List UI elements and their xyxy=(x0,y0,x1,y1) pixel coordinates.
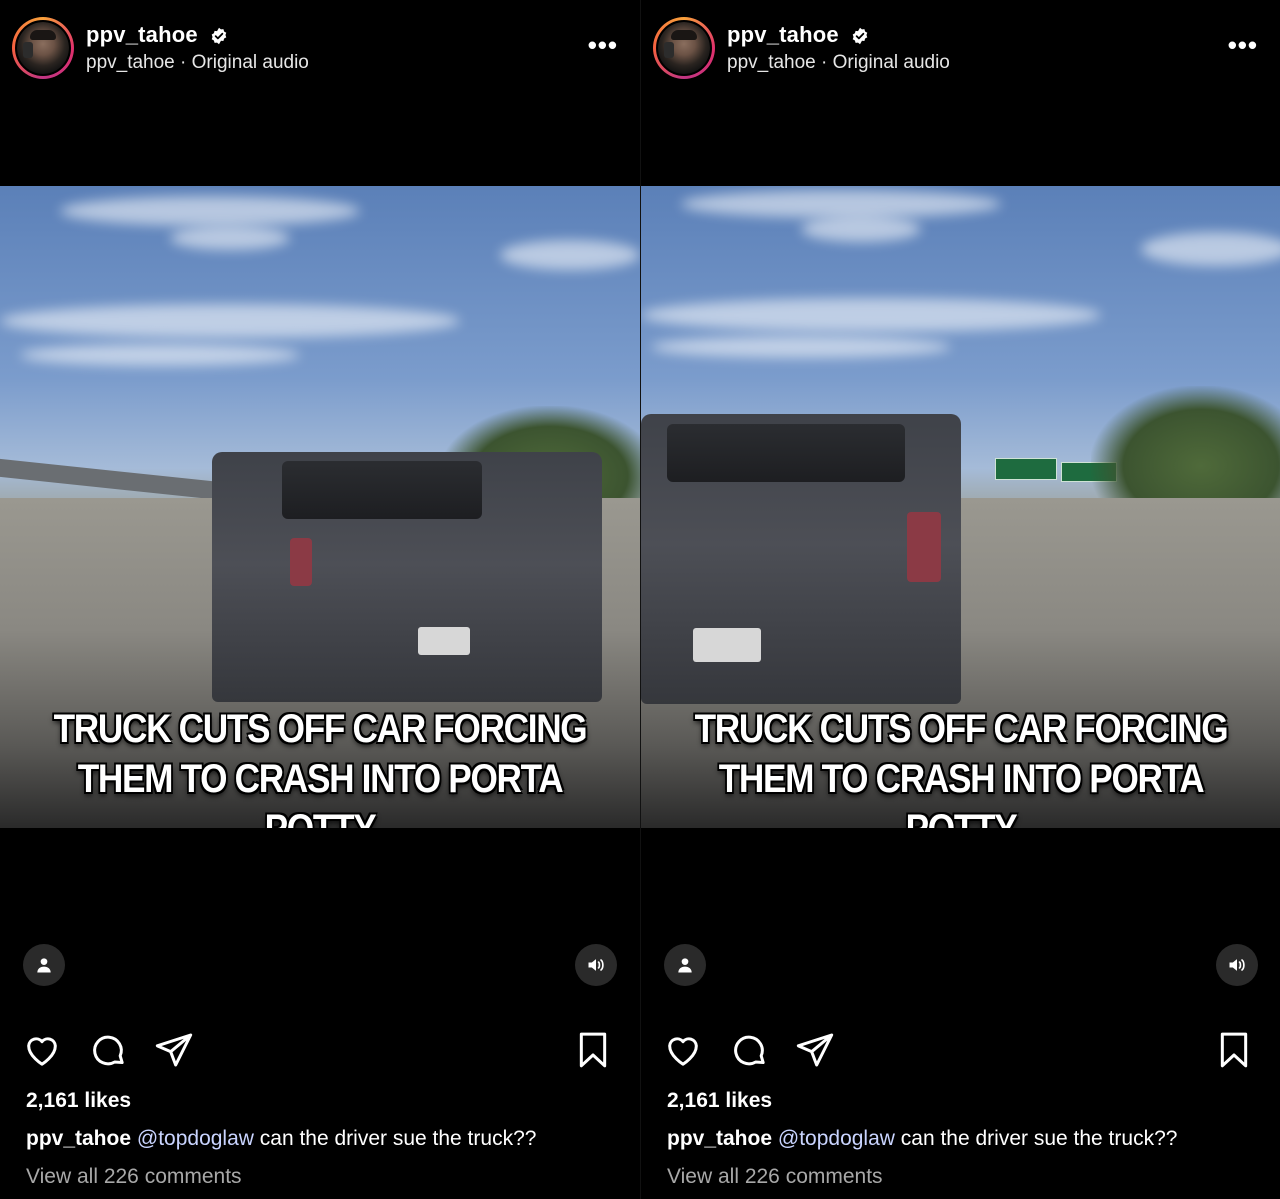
heart-icon xyxy=(27,1037,57,1066)
share-button[interactable] xyxy=(793,1028,837,1072)
bookmark-icon xyxy=(1220,1032,1248,1068)
action-bar xyxy=(641,1028,1280,1072)
caption-text: can the driver sue the truck?? xyxy=(894,1127,1178,1150)
save-button[interactable] xyxy=(571,1028,615,1072)
share-button[interactable] xyxy=(152,1028,196,1072)
video-caption: TRUCK CUTS OFF CAR FORCING THEM TO CRASH… xyxy=(38,704,601,828)
avatar-image xyxy=(15,20,71,76)
video-player[interactable]: TRUCK CUTS OFF CAR FORCING THEM TO CRASH… xyxy=(0,186,640,828)
likes-count[interactable]: 2,161 likes xyxy=(667,1089,772,1113)
caption-username[interactable]: ppv_tahoe xyxy=(26,1127,131,1150)
caption-line-2: THEM TO CRASH INTO PORTA POTTY xyxy=(77,757,564,828)
likes-count[interactable]: 2,161 likes xyxy=(26,1089,131,1113)
post-header: ppv_tahoe ppv_tahoe · Original audio ••• xyxy=(0,0,640,100)
username-text: ppv_tahoe xyxy=(727,22,839,47)
post-caption: ppv_tahoe @topdoglaw can the driver sue … xyxy=(26,1127,536,1151)
caption-mention[interactable]: @topdoglaw xyxy=(137,1127,254,1150)
like-button[interactable] xyxy=(20,1028,64,1072)
username-link[interactable]: ppv_tahoe xyxy=(86,22,228,48)
user-tag-icon xyxy=(678,958,692,973)
caption-username[interactable]: ppv_tahoe xyxy=(667,1127,772,1150)
action-bar xyxy=(0,1028,640,1072)
heart-icon xyxy=(668,1037,698,1066)
user-tag-button[interactable] xyxy=(664,944,706,986)
caption-line-2: THEM TO CRASH INTO PORTA POTTY xyxy=(718,757,1205,828)
post-header: ppv_tahoe ppv_tahoe · Original audio ••• xyxy=(641,0,1280,100)
verified-badge-icon xyxy=(852,27,868,45)
video-caption: TRUCK CUTS OFF CAR FORCING THEM TO CRASH… xyxy=(679,704,1242,828)
comment-icon xyxy=(93,1035,124,1066)
view-comments-link[interactable]: View all 226 comments xyxy=(26,1165,242,1189)
like-button[interactable] xyxy=(661,1028,705,1072)
post-caption: ppv_tahoe @topdoglaw can the driver sue … xyxy=(667,1127,1177,1151)
audio-subline[interactable]: ppv_tahoe · Original audio xyxy=(727,52,950,74)
user-tag-icon xyxy=(37,958,51,973)
save-button[interactable] xyxy=(1212,1028,1256,1072)
avatar[interactable] xyxy=(12,17,74,79)
more-options-icon[interactable]: ••• xyxy=(1228,32,1258,58)
caption-text: can the driver sue the truck?? xyxy=(253,1127,537,1150)
comment-button[interactable] xyxy=(86,1028,130,1072)
reel-post-right: ppv_tahoe ppv_tahoe · Original audio •••… xyxy=(640,0,1280,1199)
audio-toggle-button[interactable] xyxy=(575,944,617,986)
avatar-image xyxy=(656,20,712,76)
username-link[interactable]: ppv_tahoe xyxy=(727,22,869,48)
reel-post-left: ppv_tahoe ppv_tahoe · Original audio •••… xyxy=(0,0,640,1199)
comment-icon xyxy=(734,1035,765,1066)
verified-badge-icon xyxy=(211,27,227,45)
video-player[interactable]: TRUCK CUTS OFF CAR FORCING THEM TO CRASH… xyxy=(641,186,1280,828)
avatar[interactable] xyxy=(653,17,715,79)
audio-subline[interactable]: ppv_tahoe · Original audio xyxy=(86,52,309,74)
bookmark-icon xyxy=(579,1032,607,1068)
user-tag-button[interactable] xyxy=(23,944,65,986)
send-icon xyxy=(796,1033,834,1067)
speaker-icon xyxy=(1229,959,1245,971)
more-options-icon[interactable]: ••• xyxy=(588,32,618,58)
username-text: ppv_tahoe xyxy=(86,22,198,47)
caption-line-1: TRUCK CUTS OFF CAR FORCING xyxy=(53,707,588,751)
view-comments-link[interactable]: View all 226 comments xyxy=(667,1165,883,1189)
comment-button[interactable] xyxy=(727,1028,771,1072)
caption-line-1: TRUCK CUTS OFF CAR FORCING xyxy=(694,707,1229,751)
send-icon xyxy=(155,1033,193,1067)
speaker-icon xyxy=(588,959,604,971)
audio-toggle-button[interactable] xyxy=(1216,944,1258,986)
caption-mention[interactable]: @topdoglaw xyxy=(778,1127,895,1150)
